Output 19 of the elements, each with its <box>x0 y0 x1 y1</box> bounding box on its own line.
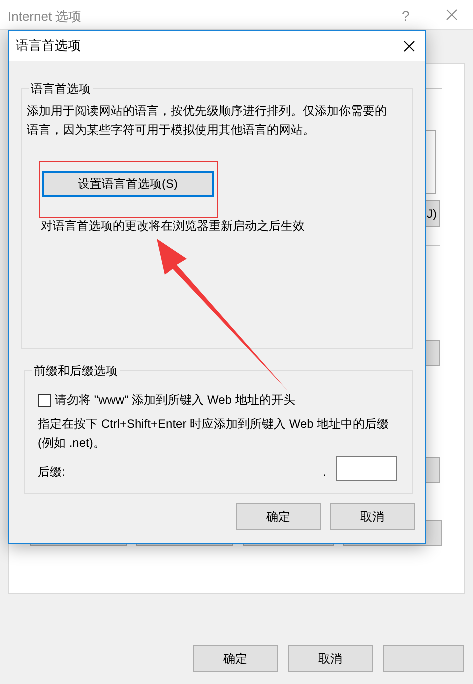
checkbox[interactable] <box>38 394 51 406</box>
dot-text: . <box>323 464 326 481</box>
checkbox-label[interactable]: 请勿将 "www" 添加到所键入 Web 地址的开头 <box>55 391 296 409</box>
group-label: 语言首选项 <box>29 80 93 98</box>
dialog-button[interactable]: 取消 <box>288 645 373 672</box>
group-label: 前缀和后缀选项 <box>32 362 120 380</box>
suffix-field[interactable] <box>336 456 397 481</box>
dialog-button[interactable]: 确定 <box>193 645 278 672</box>
window-title: Internet 选项 <box>8 8 82 26</box>
dialog-title: 语言首选项 <box>16 37 81 56</box>
description-text: 添加用于阅读网站的语言，按优先级顺序进行排列。仅添加你需要的语言，因为某些字符可用于模拟使用其他语言的网站。 <box>27 103 388 139</box>
note-text: 对语言首选项的更改将在浏览器重新启动之后生效 <box>41 218 305 235</box>
close-icon[interactable] <box>404 40 415 52</box>
description-text: 指定在按下 Ctrl+Shift+Enter 时应添加到所键入 Web 地址中的后缀(例如 .net)。 <box>38 416 390 452</box>
dialog-button[interactable]: 取消 <box>330 503 415 530</box>
language-preferences-button[interactable]: 设置语言首选项(S) <box>42 171 214 197</box>
help-button[interactable]: ? <box>402 6 410 27</box>
dialog-button[interactable]: 确定 <box>236 503 321 530</box>
suffix-label: 后缀: <box>38 464 66 481</box>
